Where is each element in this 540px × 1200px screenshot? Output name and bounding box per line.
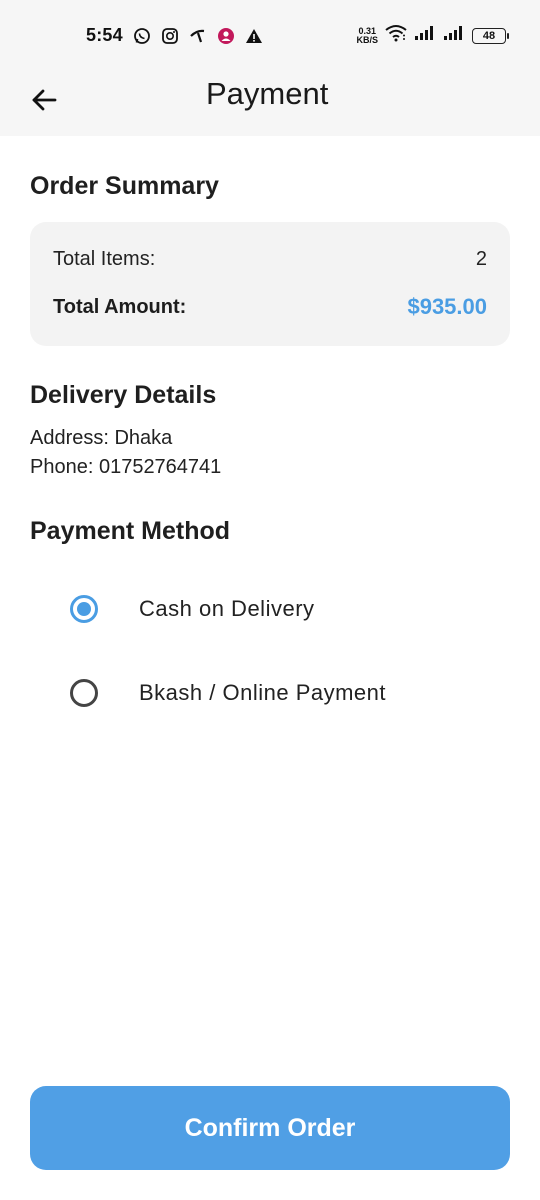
- total-items-value: 2: [475, 248, 487, 270]
- instagram-icon: [161, 27, 179, 45]
- payment-option-bkash[interactable]: Bkash / Online Payment: [70, 668, 490, 718]
- total-items-row: Total Items: 2: [53, 248, 487, 271]
- back-button[interactable]: [22, 78, 66, 122]
- total-amount-value: $935.00: [407, 294, 487, 319]
- carrier-app-icon: [189, 27, 207, 45]
- app-bar: Payment: [0, 70, 540, 136]
- battery-icon: 48: [472, 27, 509, 44]
- payment-method-title: Payment Method: [30, 517, 231, 545]
- signal-icon: [414, 25, 436, 46]
- network-speed: 0.31 KB/S: [356, 26, 378, 45]
- order-summary-title: Order Summary: [30, 172, 219, 200]
- payment-option-label: Cash on Delivery: [139, 596, 315, 621]
- arrow-left-icon: [32, 89, 57, 111]
- total-amount-label: Total Amount:: [53, 295, 187, 318]
- delivery-address: Address: Dhaka: [30, 427, 173, 449]
- network-speed-unit: KB/S: [356, 34, 378, 45]
- radio-unselected-icon[interactable]: [70, 679, 98, 707]
- confirm-order-button[interactable]: Confirm Order: [30, 1086, 510, 1170]
- wifi-icon: [385, 24, 407, 47]
- status-bar: 5:54 0.31 KB/S 48: [0, 0, 540, 70]
- whatsapp-icon: [133, 27, 151, 45]
- signal-icon: [443, 25, 465, 46]
- battery-level: 48: [482, 29, 496, 42]
- order-summary-card: Total Items: 2 Total Amount: $935.00: [30, 222, 510, 346]
- page-title: Payment: [206, 76, 329, 111]
- warning-icon: [245, 27, 263, 45]
- messenger-icon: [217, 27, 235, 45]
- delivery-phone: Phone: 01752764741: [30, 456, 222, 478]
- status-bar-left: 5:54: [86, 25, 263, 46]
- total-items-label: Total Items:: [53, 248, 156, 270]
- status-time: 5:54: [86, 25, 123, 45]
- payment-option-cash[interactable]: Cash on Delivery: [70, 584, 490, 634]
- radio-selected-icon[interactable]: [70, 595, 98, 623]
- payment-option-label: Bkash / Online Payment: [139, 680, 387, 705]
- delivery-details-title: Delivery Details: [30, 381, 217, 409]
- status-bar-right: 0.31 KB/S 48: [356, 24, 509, 47]
- total-amount-row: Total Amount: $935.00: [53, 294, 487, 320]
